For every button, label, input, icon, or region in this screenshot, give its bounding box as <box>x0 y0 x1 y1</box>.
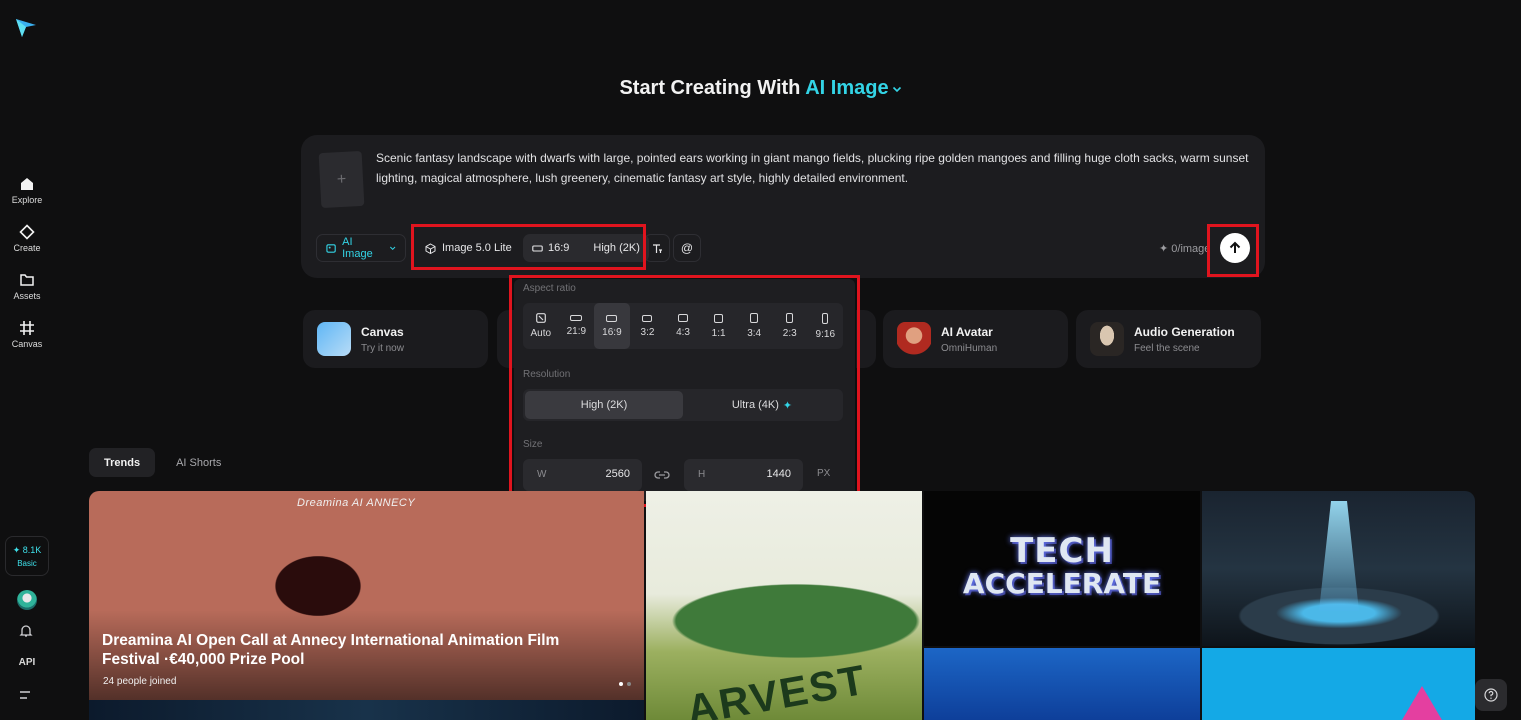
chevron-down-icon <box>892 86 901 92</box>
gallery-thumbnail-blue[interactable] <box>1202 648 1475 720</box>
prompt-input[interactable]: Scenic fantasy landscape with dwarfs wit… <box>376 148 1252 188</box>
highlight-send <box>1207 224 1259 277</box>
credits-value: ✦ 8.1K <box>12 544 42 555</box>
banner-brand: Dreamina AI ANNECY <box>297 497 416 509</box>
plus-icon: + <box>336 170 347 188</box>
sidebar-item-label: Canvas <box>11 339 43 349</box>
home-icon <box>21 178 33 190</box>
credits-badge[interactable]: ✦ 8.1K Basic <box>5 536 49 576</box>
image-icon <box>326 243 336 253</box>
featured-banner[interactable]: Dreamina AI ANNECY Dreamina AI Open Call… <box>89 491 644 700</box>
sidebar-item-label: Assets <box>13 291 41 301</box>
banner-title: Dreamina AI Open Call at Annecy Internat… <box>102 632 560 668</box>
diamond-icon <box>19 224 35 240</box>
sidebar-item-assets[interactable]: Assets <box>0 272 54 320</box>
mode-chip-label: AI Image <box>342 236 373 260</box>
tab-ai-shorts[interactable]: AI Shorts <box>161 448 236 477</box>
feature-title: AI Avatar <box>941 325 993 339</box>
bell-icon[interactable] <box>19 624 33 638</box>
title-prefix: Start Creating With <box>619 77 801 99</box>
sidebar-item-explore[interactable]: Explore <box>0 176 54 224</box>
logo-icon[interactable] <box>15 16 37 38</box>
chevron-down-icon <box>389 246 396 251</box>
mode-label: AI Image <box>805 77 889 99</box>
feature-subtitle: Feel the scene <box>1134 343 1200 354</box>
at-icon: @ <box>680 241 694 255</box>
highlight-popover <box>509 275 860 507</box>
text-icon <box>652 243 662 253</box>
avatar[interactable] <box>17 590 37 610</box>
feature-card-ai-avatar[interactable]: AI Avatar OmniHuman <box>883 310 1068 368</box>
text-style-button[interactable] <box>644 234 670 262</box>
feature-subtitle: OmniHuman <box>941 343 998 354</box>
gallery-thumbnail-harvest[interactable]: ARVEST <box>646 491 922 720</box>
carousel-dots[interactable] <box>619 682 631 686</box>
credits-tier: Basic <box>17 558 37 568</box>
folder-icon <box>20 274 34 286</box>
gallery-thumbnail[interactable] <box>89 700 644 720</box>
highlight-model-ratio <box>411 224 646 270</box>
page-title: Start Creating With AI Image <box>0 77 1521 100</box>
tech-line-1: TECH <box>1010 531 1114 571</box>
mode-chip[interactable]: AI Image <box>316 234 406 262</box>
gallery-thumbnail-water[interactable] <box>924 648 1200 720</box>
sidebar-nav: Explore Create Assets Canvas <box>0 176 54 368</box>
tab-trends[interactable]: Trends <box>89 448 156 477</box>
credit-counter: ✦ 0/image <box>1159 243 1211 255</box>
menu-icon[interactable] <box>19 689 33 701</box>
harvest-text: ARVEST <box>683 655 871 720</box>
feature-title: Canvas <box>361 325 404 339</box>
feature-subtitle: Try it now <box>361 343 404 354</box>
banner-joined-count: 24 people joined <box>103 676 177 687</box>
mode-switcher[interactable]: AI Image <box>805 77 901 99</box>
avatar-card-icon <box>897 322 931 356</box>
help-button[interactable] <box>1475 679 1507 711</box>
mention-button[interactable]: @ <box>673 234 701 262</box>
gallery-thumbnail-scifi[interactable] <box>1202 491 1475 646</box>
feature-card-audio[interactable]: Audio Generation Feel the scene <box>1076 310 1261 368</box>
api-link[interactable]: API <box>0 657 54 668</box>
gallery-thumbnail-tech[interactable]: TECH ACCELERATE <box>924 491 1200 646</box>
help-icon <box>1484 688 1498 702</box>
gallery-tabs: Trends AI Shorts <box>89 448 236 477</box>
add-reference-image-button[interactable]: + <box>318 150 365 209</box>
sidebar: Explore Create Assets Canvas ✦ 8.1K Basi… <box>0 0 54 720</box>
sidebar-item-create[interactable]: Create <box>0 224 54 272</box>
canvas-icon <box>20 321 34 335</box>
microphone-card-icon <box>1090 322 1124 356</box>
sidebar-item-label: Create <box>13 243 41 253</box>
feature-card-canvas[interactable]: Canvas Try it now <box>303 310 488 368</box>
canvas-card-icon <box>317 322 351 356</box>
sidebar-item-label: Explore <box>11 195 43 205</box>
sidebar-item-canvas[interactable]: Canvas <box>0 320 54 368</box>
tech-line-2: ACCELERATE <box>962 567 1162 600</box>
feature-title: Audio Generation <box>1134 325 1235 339</box>
